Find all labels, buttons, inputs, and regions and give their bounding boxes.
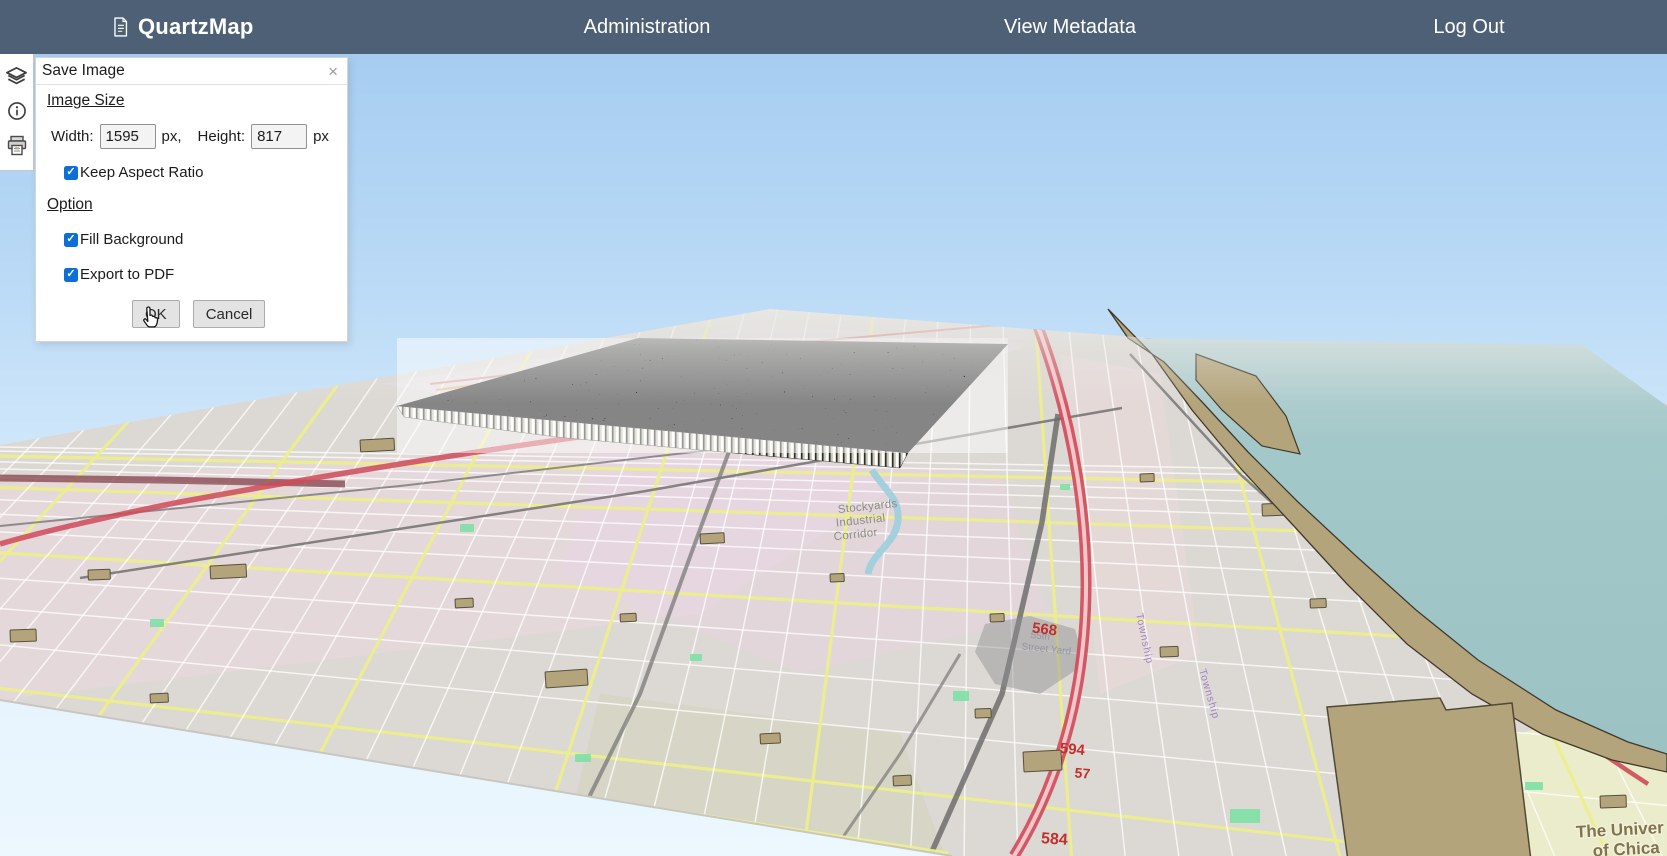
height-input[interactable]	[251, 124, 307, 149]
app-window: Stockyards Industrial Corridor 55th Stre…	[0, 0, 1667, 856]
layers-button[interactable]	[5, 64, 29, 88]
app-title: QuartzMap	[138, 14, 253, 40]
option-heading: Option	[47, 196, 93, 214]
layers-icon	[5, 65, 28, 88]
image-size-heading: Image Size	[47, 92, 125, 110]
map-toolbar	[0, 54, 34, 171]
fill-background-checkbox[interactable]	[64, 233, 78, 247]
route-shield-568: 568	[1031, 620, 1058, 640]
save-image-dialog: Save Image × Image Size Width: px, Heigh…	[35, 57, 348, 342]
width-input[interactable]	[100, 124, 156, 149]
print-icon	[5, 134, 29, 158]
width-unit: px,	[162, 128, 182, 145]
nav-administration[interactable]: Administration	[584, 0, 711, 54]
width-label: Width:	[51, 128, 94, 145]
nav-view-metadata[interactable]: View Metadata	[1004, 0, 1136, 54]
height-unit: px	[313, 128, 329, 145]
height-label: Height:	[198, 128, 246, 145]
dialog-title: Save Image	[42, 62, 125, 80]
dialog-buttons: OK Cancel	[132, 300, 347, 328]
route-shield-594: 594	[1059, 740, 1086, 759]
route-shield-584: 584	[1040, 830, 1068, 849]
info-button[interactable]	[5, 99, 29, 123]
close-icon[interactable]: ×	[328, 63, 338, 80]
nav-log-out[interactable]: Log Out	[1433, 0, 1504, 54]
export-pdf-label: Export to PDF	[80, 266, 174, 283]
dialog-title-bar: Save Image ×	[36, 58, 347, 85]
keep-aspect-label: Keep Aspect Ratio	[80, 164, 203, 181]
keep-aspect-row: Keep Aspect Ratio	[64, 164, 347, 181]
keep-aspect-checkbox[interactable]	[64, 166, 78, 180]
washington-park	[1327, 698, 1532, 856]
print-button[interactable]	[5, 134, 29, 158]
brand[interactable]: QuartzMap	[112, 0, 253, 54]
label-university-2: of Chica	[1592, 838, 1661, 856]
info-icon	[6, 100, 28, 122]
ok-button[interactable]: OK	[132, 300, 180, 328]
top-nav-bar: QuartzMap Administration View Metadata L…	[0, 0, 1667, 54]
fill-background-label: Fill Background	[80, 231, 183, 248]
size-row: Width: px, Height: px	[51, 124, 347, 149]
fill-background-row: Fill Background	[64, 231, 347, 248]
cancel-button[interactable]: Cancel	[193, 300, 266, 328]
route-shield-57: 57	[1074, 764, 1091, 781]
export-pdf-checkbox[interactable]	[64, 268, 78, 282]
document-icon	[112, 16, 129, 38]
export-pdf-row: Export to PDF	[64, 266, 347, 283]
